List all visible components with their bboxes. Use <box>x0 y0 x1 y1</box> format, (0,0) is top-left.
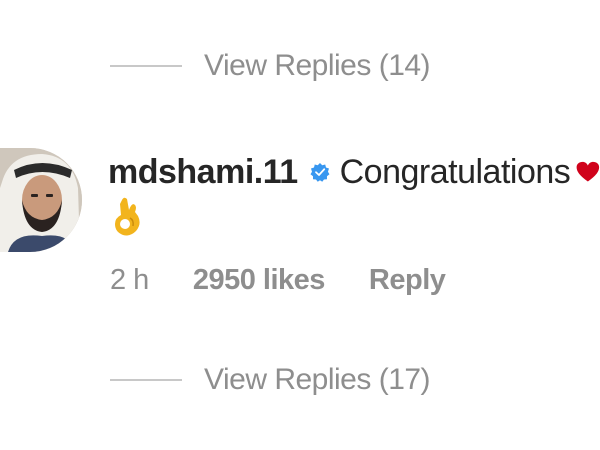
replies-divider-line <box>110 379 182 381</box>
avatar[interactable] <box>0 148 82 252</box>
reply-button[interactable]: Reply <box>369 264 446 297</box>
comment-text: Congratulations <box>339 152 571 191</box>
replies-divider-line <box>110 65 182 67</box>
ok-hand-icon <box>115 197 140 236</box>
comment-line: mdshami.11 Congratulations <box>108 144 600 200</box>
avatar-photo <box>0 148 82 252</box>
likes-count[interactable]: 2950 likes <box>193 264 326 297</box>
red-heart-icon <box>576 161 600 182</box>
comment-timestamp: 2 h <box>110 263 149 296</box>
comment-meta: 2 h 2950 likes Reply <box>110 260 446 300</box>
view-replies-bottom[interactable]: View Replies (17) <box>110 360 431 400</box>
view-replies-label[interactable]: View Replies (14) <box>204 49 431 83</box>
view-replies-label[interactable]: View Replies (17) <box>204 363 431 397</box>
view-replies-top[interactable]: View Replies (14) <box>110 46 431 86</box>
verified-badge-icon <box>310 163 330 182</box>
username[interactable]: mdshami.11 <box>108 153 298 192</box>
